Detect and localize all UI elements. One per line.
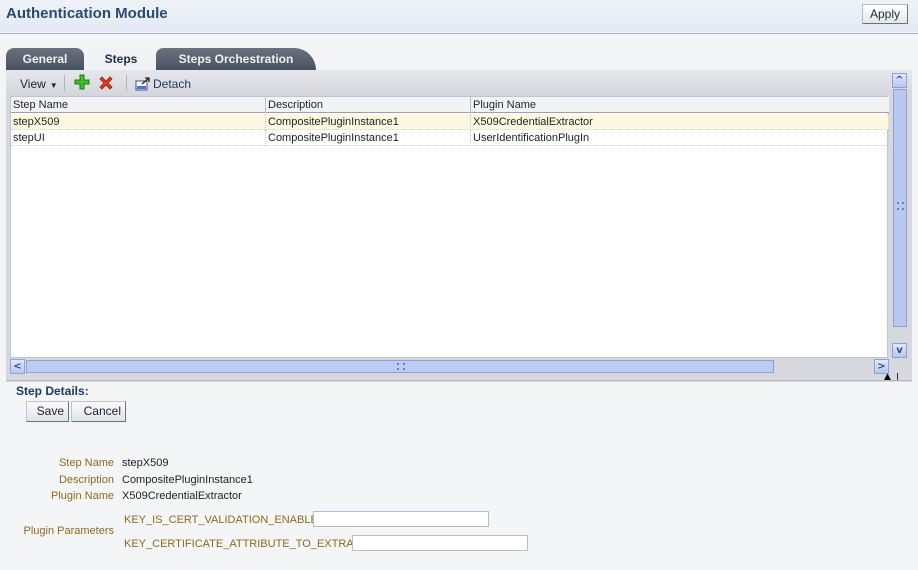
steps-table: Step Name Description Plugin Name stepX5…	[10, 96, 889, 358]
table-row[interactable]: stepX509 CompositePluginInstance1 X509Cr…	[11, 114, 889, 130]
vertical-scroll-thumb[interactable]	[893, 89, 907, 327]
cell-plugin-name: UserIdentificationPlugIn	[471, 130, 889, 146]
column-header-description[interactable]: Description	[266, 97, 471, 113]
scroll-left-button[interactable]: <	[10, 359, 25, 374]
toolbar-separator	[126, 75, 127, 91]
param-cert-validation-input[interactable]	[313, 511, 489, 527]
grip-icon	[397, 363, 405, 370]
splitter[interactable]	[6, 380, 912, 381]
view-menu[interactable]: View ▼	[20, 77, 58, 91]
chevron-down-icon: ▼	[49, 81, 58, 90]
step-details-title: Step Details:	[16, 384, 89, 398]
detach-icon[interactable]	[135, 77, 151, 91]
table-header: Step Name Description Plugin Name	[11, 97, 889, 113]
table-row[interactable]: stepUI CompositePluginInstance1 UserIden…	[11, 130, 889, 146]
horizontal-scrollbar[interactable]: < >	[10, 359, 890, 375]
description-label: Description	[58, 474, 114, 486]
cancel-button[interactable]: Cancel	[71, 401, 126, 422]
page-header: Authentication Module Apply	[0, 0, 918, 32]
grip-icon	[897, 202, 904, 210]
apply-button[interactable]: Apply	[862, 4, 908, 24]
scroll-down-button[interactable]: v	[892, 343, 907, 358]
vertical-scrollbar[interactable]: ^ v	[892, 73, 908, 359]
cell-description: CompositePluginInstance1	[266, 130, 471, 146]
steps-panel: View ▼ Detach Step Name Description Plugi…	[6, 70, 912, 382]
column-header-plugin-name[interactable]: Plugin Name	[471, 97, 889, 113]
plugin-name-value: X509CredentialExtractor	[122, 490, 242, 502]
cell-plugin-name: X509CredentialExtractor	[471, 114, 889, 130]
column-header-step-name[interactable]: Step Name	[11, 97, 266, 113]
plugin-name-label: Plugin Name	[51, 490, 114, 502]
param-key-label: KEY_CERTIFICATE_ATTRIBUTE_TO_EXTRACT	[124, 538, 369, 550]
cell-step-name: stepX509	[11, 114, 266, 130]
toolbar-separator	[64, 75, 65, 91]
detach-button[interactable]: Detach	[153, 77, 191, 91]
tab-steps-orchestration[interactable]: Steps Orchestration	[156, 48, 316, 70]
plugin-parameters-label: Plugin Parameters	[23, 525, 115, 537]
param-cert-attribute-input[interactable]	[352, 535, 528, 551]
add-icon[interactable]	[74, 74, 90, 90]
cell-step-name: stepUI	[11, 130, 266, 146]
horizontal-scroll-thumb[interactable]	[26, 360, 774, 373]
cell-description: CompositePluginInstance1	[266, 114, 471, 130]
scroll-up-button[interactable]: ^	[892, 73, 907, 88]
save-button[interactable]: Save	[26, 401, 69, 422]
page-title: Authentication Module	[6, 5, 168, 22]
param-key-label: KEY_IS_CERT_VALIDATION_ENABLED	[124, 514, 326, 526]
table-toolbar: View ▼ Detach	[6, 70, 912, 96]
header-divider	[0, 33, 918, 34]
delete-icon[interactable]	[98, 75, 114, 91]
tab-general[interactable]: General	[6, 48, 84, 70]
step-name-label: Step Name	[58, 457, 114, 469]
view-menu-label: View	[20, 77, 46, 91]
description-value: CompositePluginInstance1	[122, 474, 253, 486]
tab-steps[interactable]: Steps	[86, 48, 156, 70]
step-name-value: stepX509	[122, 457, 169, 469]
